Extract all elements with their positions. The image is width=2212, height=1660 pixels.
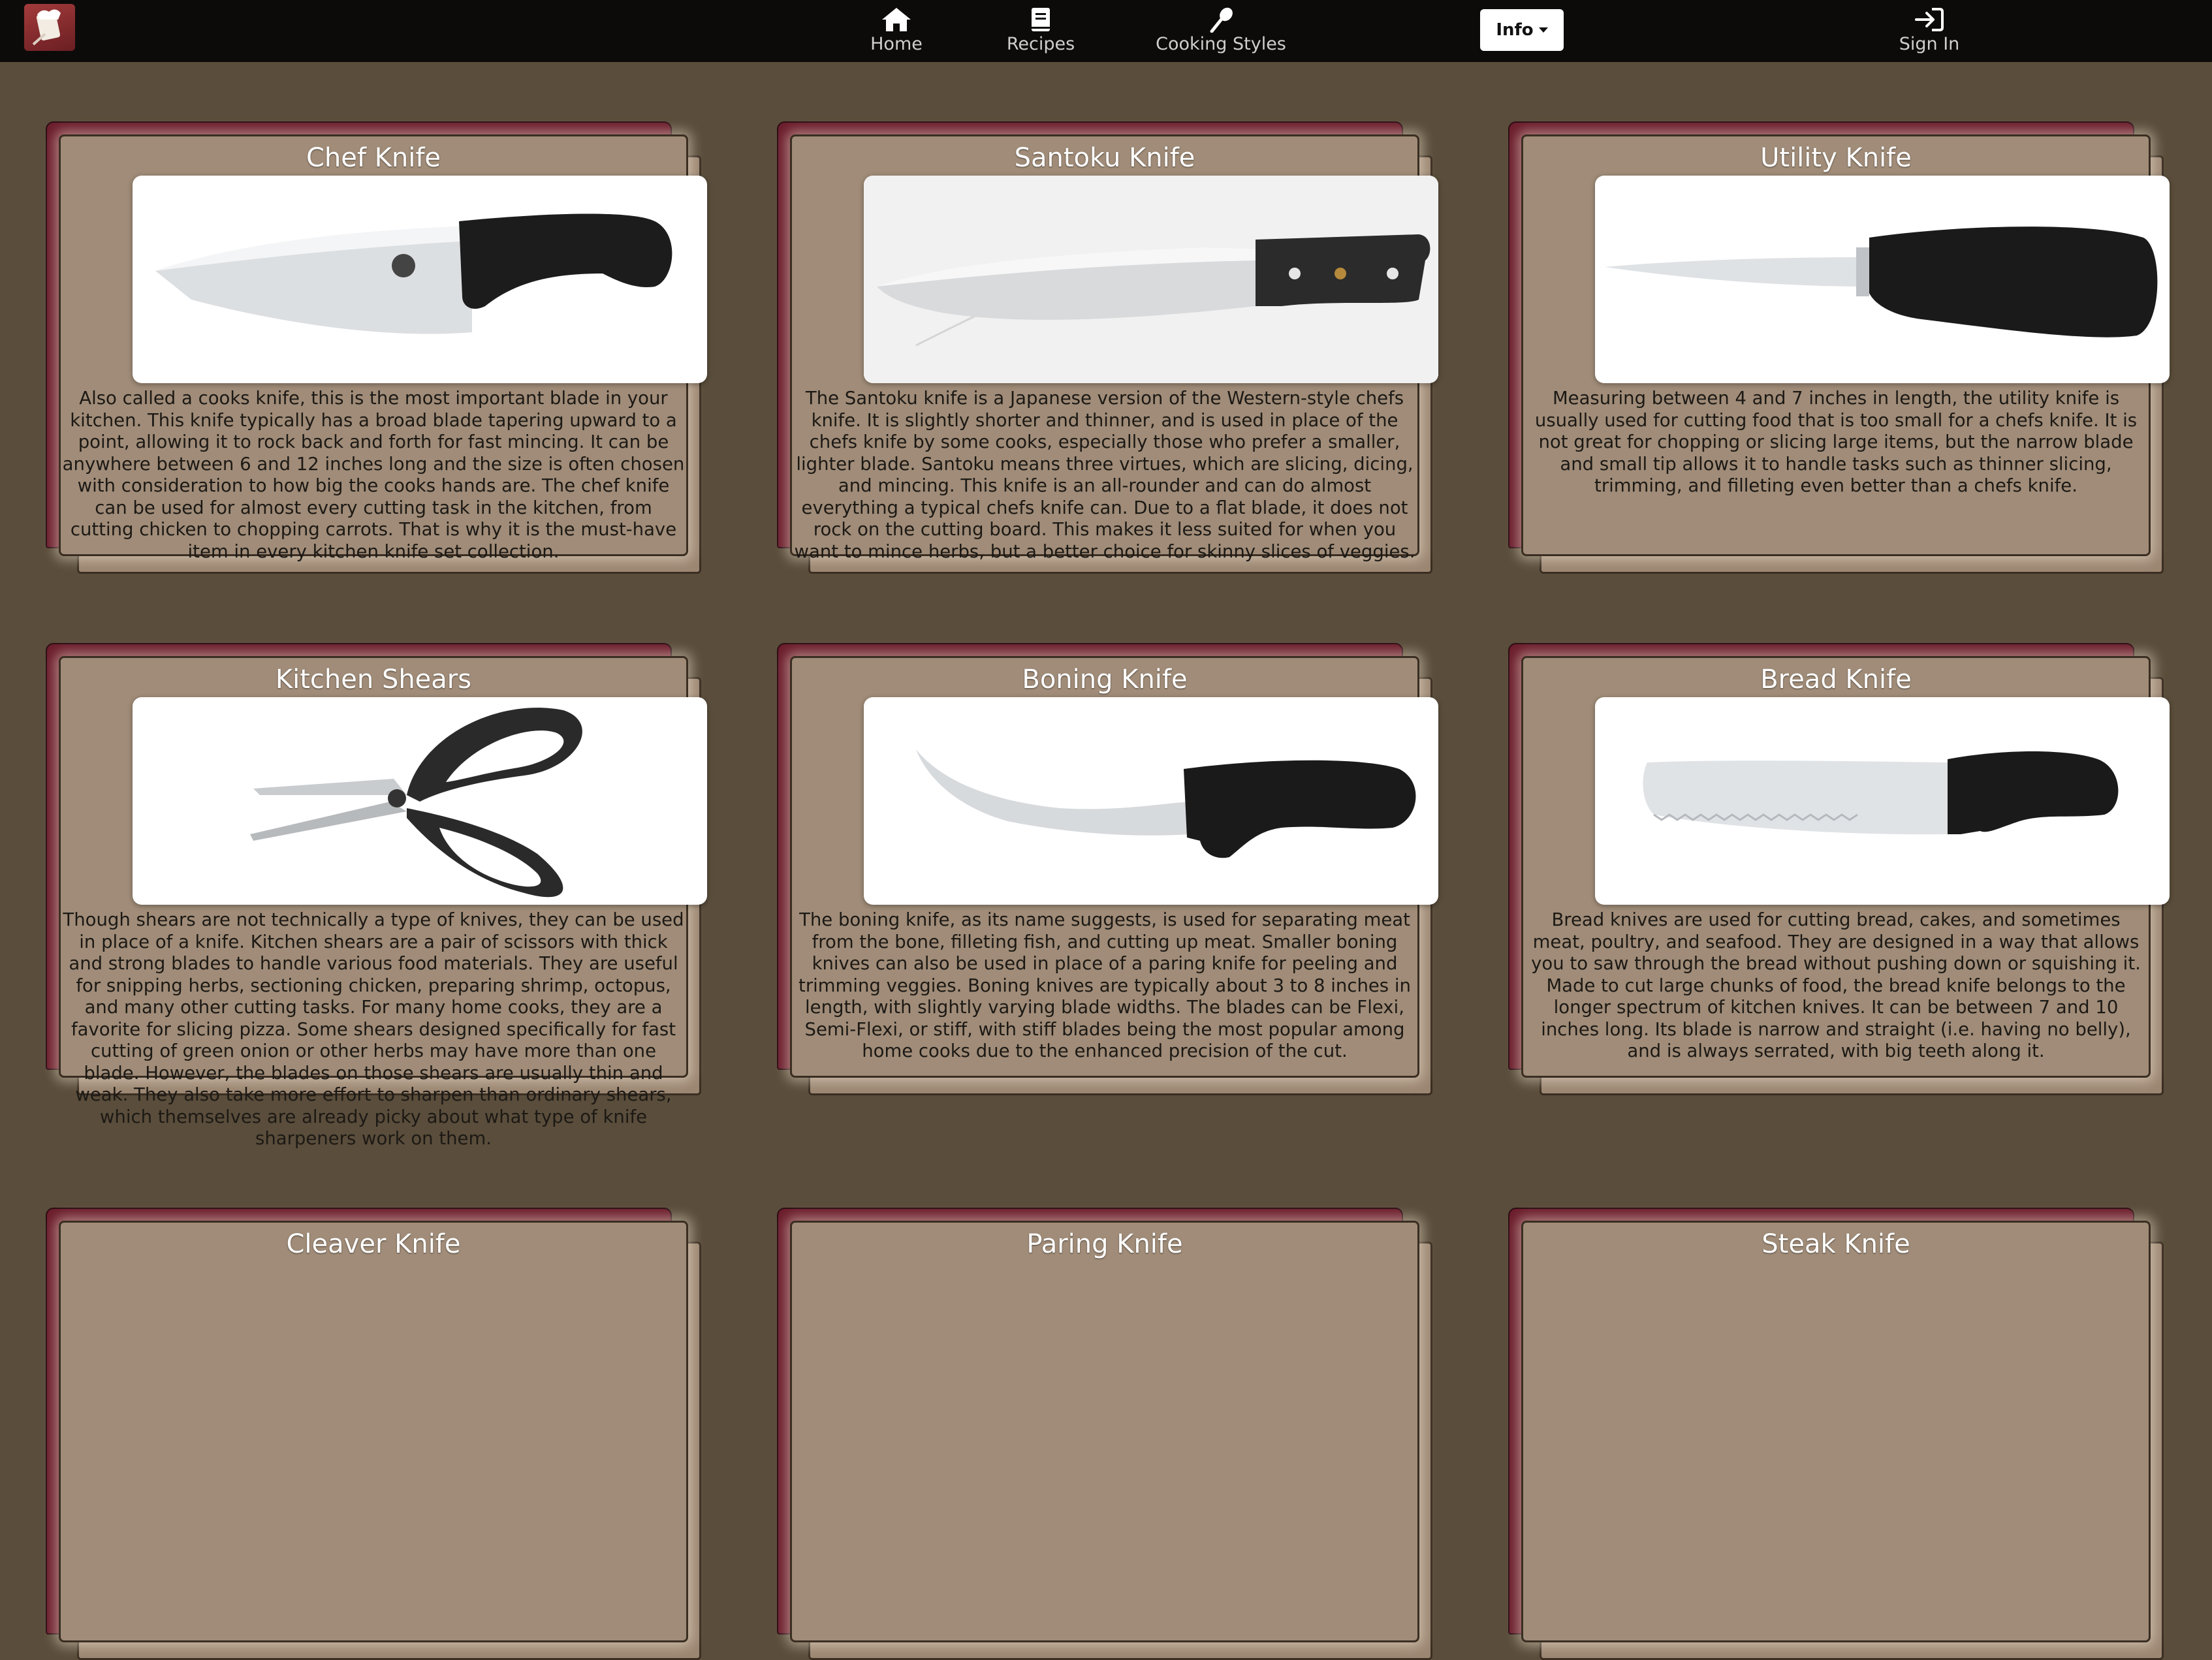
utility-knife-image xyxy=(1595,176,2170,383)
card-description: Bread knives are used for cutting bread,… xyxy=(1531,909,2141,1061)
nav-sign-in[interactable]: Sign In xyxy=(1893,7,1965,59)
nav-cooking-styles-label: Cooking Styles xyxy=(1156,34,1286,54)
nav-recipes-label: Recipes xyxy=(1006,34,1075,54)
santoku-knife-image xyxy=(864,176,1438,383)
home-icon xyxy=(882,8,911,31)
card-description: The boning knife, as its name suggests, … xyxy=(798,909,1411,1061)
card-title: Chef Knife xyxy=(306,143,441,173)
boning-knife-image xyxy=(864,697,1438,905)
card-description: Also called a cooks knife, this is the m… xyxy=(62,388,685,562)
card-title: Cleaver Knife xyxy=(286,1229,461,1259)
bread-knife-image xyxy=(1595,697,2170,905)
nav-sign-in-label: Sign In xyxy=(1899,34,1960,54)
card-title: Paring Knife xyxy=(1026,1229,1183,1259)
spoon-icon xyxy=(1210,7,1233,33)
chef-knife-image xyxy=(133,176,707,383)
kitchen-shears-image xyxy=(133,697,707,905)
nav-home[interactable]: Home xyxy=(864,7,929,59)
card-title: Santoku Knife xyxy=(1014,143,1195,173)
card-title: Bread Knife xyxy=(1760,665,1912,695)
info-label: Info xyxy=(1496,20,1534,40)
nav-home-label: Home xyxy=(870,34,923,54)
navbar: Home Recipes Cooking Styles Info Sign In xyxy=(0,0,2212,62)
nav-cooking-styles[interactable]: Cooking Styles xyxy=(1149,7,1293,59)
caret-down-icon xyxy=(1538,27,1548,33)
sign-in-icon xyxy=(1915,8,1944,31)
card-title: Kitchen Shears xyxy=(275,665,472,695)
card-title: Utility Knife xyxy=(1760,143,1912,173)
logo[interactable] xyxy=(24,4,75,51)
book-icon xyxy=(1032,8,1050,31)
card-description: Measuring between 4 and 7 inches in leng… xyxy=(1534,388,2138,496)
card-description: Though shears are not technically a type… xyxy=(63,909,684,1149)
card-title: Steak Knife xyxy=(1762,1229,1910,1259)
nav-recipes[interactable]: Recipes xyxy=(1002,7,1080,59)
info-dropdown-button[interactable]: Info xyxy=(1480,9,1564,51)
card-description: The Santoku knife is a Japanese version … xyxy=(794,388,1415,562)
card-title: Boning Knife xyxy=(1022,665,1188,695)
